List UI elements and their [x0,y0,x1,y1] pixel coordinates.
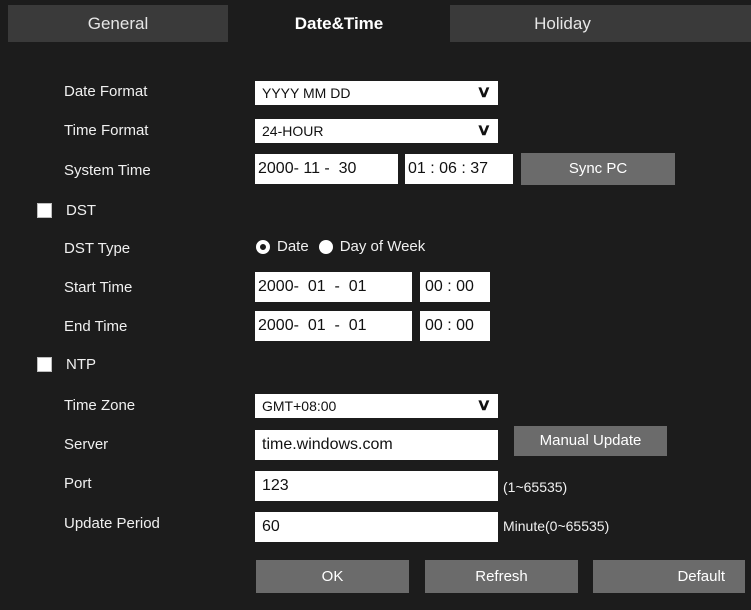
radio-date-label: Date [277,238,309,255]
server-input[interactable]: time.windows.com [255,430,498,460]
radio-date-icon[interactable] [256,239,270,254]
date-format-value: YYYY MM DD [262,85,351,101]
start-date-input[interactable]: 2000- 01 - 01 [255,272,412,302]
start-time-label: Start Time [64,279,133,296]
port-range-hint: (1~65535) [503,479,568,495]
refresh-button[interactable]: Refresh [425,560,578,593]
tab-holiday[interactable]: Holiday [450,5,675,42]
end-time-input[interactable]: 00 : 00 [420,311,490,341]
chevron-down-icon: ∨ [476,84,492,101]
time-zone-select[interactable]: GMT+08:00 ∨ [255,394,498,418]
manual-update-button[interactable]: Manual Update [514,426,667,456]
server-label: Server [64,436,109,453]
system-date-input[interactable]: 2000- 11 - 30 [255,154,398,184]
time-zone-value: GMT+08:00 [262,398,337,414]
system-time-label: System Time [64,162,151,179]
dst-type-radio-group: Date Day of Week [256,238,425,255]
system-time-input[interactable]: 01 : 06 : 37 [405,154,513,184]
dst-row: DST [37,202,96,219]
time-format-value: 24-HOUR [262,123,324,139]
start-time-input[interactable]: 00 : 00 [420,272,490,302]
end-time-label: End Time [64,318,128,335]
ok-button[interactable]: OK [256,560,409,593]
update-period-input[interactable]: 60 [255,512,498,542]
dst-label: DST [66,202,96,219]
tab-label: General [87,14,149,33]
ntp-label: NTP [66,356,96,373]
tab-label: Date&Time [294,14,384,33]
time-format-select[interactable]: 24-HOUR ∨ [255,119,498,143]
date-format-label: Date Format [64,83,148,100]
tab-label: Holiday [534,14,591,33]
port-input[interactable]: 123 [255,471,498,501]
sync-pc-button[interactable]: Sync PC [521,153,675,185]
tab-bar-filler [675,5,751,42]
radio-day-of-week-label: Day of Week [339,238,426,255]
time-zone-label: Time Zone [64,397,136,414]
chevron-down-icon: ∨ [476,397,492,414]
default-button[interactable]: Default [593,560,745,593]
tab-date-time[interactable]: Date&Time [228,5,450,42]
tab-general[interactable]: General [8,5,228,42]
ntp-checkbox[interactable] [37,357,52,372]
port-label: Port [64,475,92,492]
time-format-label: Time Format [64,122,149,139]
dst-type-label: DST Type [64,240,131,257]
update-period-hint: Minute(0~65535) [503,518,610,534]
tab-bar: General Date&Time Holiday [0,0,751,42]
update-period-label: Update Period [64,515,160,532]
dst-checkbox[interactable] [37,203,52,218]
radio-day-of-week-icon[interactable] [318,239,333,254]
date-format-select[interactable]: YYYY MM DD ∨ [255,81,498,105]
end-date-input[interactable]: 2000- 01 - 01 [255,311,412,341]
ntp-row: NTP [37,356,96,373]
chevron-down-icon: ∨ [476,122,492,139]
